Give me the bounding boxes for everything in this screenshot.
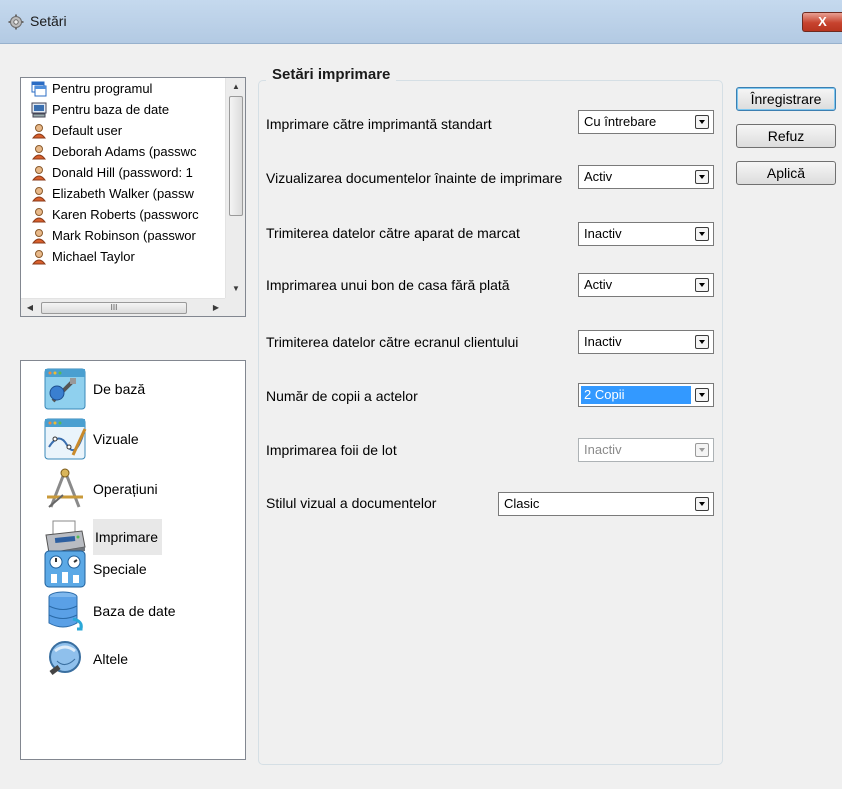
user-icon — [31, 165, 47, 180]
title-bar: Setări X — [0, 0, 842, 44]
list-item-user[interactable]: Michael Taylor — [21, 246, 225, 267]
scroll-right-icon[interactable]: ▶ — [207, 299, 225, 317]
select-value: Inactiv — [584, 226, 622, 241]
horizontal-scroll-thumb[interactable]: III — [41, 302, 187, 314]
list-item-program[interactable]: Pentru programul — [21, 78, 225, 99]
category-list[interactable]: De bază Vizuale Operațiuni Imprimare Spe… — [20, 360, 246, 760]
database-icon — [48, 591, 83, 631]
select-value: Inactiv — [584, 334, 622, 349]
select-value: Activ — [584, 277, 613, 292]
list-item-label: Michael Taylor — [52, 249, 135, 264]
scroll-corner — [225, 298, 245, 316]
category-basic[interactable]: De bază — [43, 367, 145, 411]
list-item-user[interactable]: Mark Robinson (passwor — [21, 225, 225, 246]
window-title: Setări — [30, 13, 67, 29]
category-label: Vizuale — [93, 431, 139, 447]
select-value: Cu întrebare — [584, 114, 657, 129]
group-title: Setări imprimare — [266, 66, 397, 83]
list-item-label: Default user — [52, 123, 123, 138]
list-item-label: Elizabeth Walker (passw — [52, 186, 194, 201]
special-icon — [44, 550, 86, 588]
user-icon — [31, 123, 47, 138]
select-value: 2 Copii — [581, 386, 691, 404]
category-label: Speciale — [93, 561, 147, 577]
user-icon — [31, 228, 47, 243]
list-item-label: Pentru programul — [52, 81, 153, 96]
setting-label-standard-printer: Imprimare către imprimantă standart — [266, 116, 492, 132]
cash-register-select[interactable]: Inactiv — [578, 222, 714, 246]
apply-button[interactable]: Aplică — [736, 161, 836, 185]
list-item-user[interactable]: Deborah Adams (passwc — [21, 141, 225, 162]
chevron-down-icon[interactable] — [695, 335, 709, 349]
setting-label-lot-sheet: Imprimarea foii de lot — [266, 442, 397, 458]
user-list[interactable]: Pentru programul Pentru baza de date Def… — [20, 77, 246, 317]
list-item-database[interactable]: Pentru baza de date — [21, 99, 225, 120]
chevron-down-icon[interactable] — [695, 170, 709, 184]
horizontal-scrollbar[interactable]: ◀ III ▶ — [21, 298, 225, 316]
list-item-label: Donald Hill (password: 1 — [52, 165, 193, 180]
list-item-user[interactable]: Default user — [21, 120, 225, 141]
chevron-down-icon[interactable] — [695, 388, 709, 402]
category-database[interactable]: Baza de date — [43, 589, 176, 633]
setting-label-preview: Vizualizarea documentelor înainte de imp… — [266, 170, 563, 186]
lot-sheet-select: Inactiv — [578, 438, 714, 462]
setting-label-cash-register: Trimiterea datelor către aparat de marca… — [266, 225, 520, 241]
list-item-label: Deborah Adams (passwc — [52, 144, 197, 159]
visual-style-select[interactable]: Clasic — [498, 492, 714, 516]
copies-select[interactable]: 2 Copii — [578, 383, 714, 407]
scroll-left-icon[interactable]: ◀ — [21, 299, 39, 317]
visual-icon — [44, 418, 87, 460]
category-special[interactable]: Speciale — [43, 547, 147, 591]
scroll-down-icon[interactable]: ▼ — [226, 280, 246, 298]
basic-settings-icon — [44, 368, 86, 410]
list-item-user[interactable]: Donald Hill (password: 1 — [21, 162, 225, 183]
user-list-rows: Pentru programul Pentru baza de date Def… — [21, 78, 225, 298]
setting-label-free-receipt: Imprimarea unui bon de casa fără plată — [266, 277, 510, 293]
select-value: Clasic — [504, 496, 540, 511]
save-button[interactable]: Înregistrare — [736, 87, 836, 111]
list-item-user[interactable]: Elizabeth Walker (passw — [21, 183, 225, 204]
cancel-button[interactable]: Refuz — [736, 124, 836, 148]
vertical-scrollbar[interactable]: ▲ ▼ — [225, 78, 245, 298]
chevron-down-icon — [695, 443, 709, 457]
other-icon — [49, 641, 81, 675]
close-icon: X — [818, 14, 827, 29]
setting-label-client-display: Trimiterea datelor către ecranul clientu… — [266, 334, 519, 350]
select-value: Inactiv — [584, 442, 622, 457]
list-item-label: Pentru baza de date — [52, 102, 170, 117]
category-label: Baza de date — [93, 603, 176, 619]
category-operations[interactable]: Operațiuni — [43, 467, 158, 511]
standard-printer-select[interactable]: Cu întrebare — [578, 110, 714, 134]
category-other[interactable]: Altele — [43, 637, 128, 681]
vertical-scroll-thumb[interactable] — [229, 96, 243, 216]
category-label: Altele — [93, 651, 129, 667]
user-icon — [31, 186, 47, 201]
computer-icon — [31, 102, 47, 117]
user-icon — [31, 207, 47, 222]
list-item-label: Mark Robinson (passwor — [52, 228, 196, 243]
scroll-up-icon[interactable]: ▲ — [226, 78, 246, 96]
program-icon — [31, 81, 47, 96]
client-display-select[interactable]: Inactiv — [578, 330, 714, 354]
select-value: Activ — [584, 169, 613, 184]
operations-icon — [47, 468, 83, 508]
category-label: De bază — [93, 381, 146, 397]
chevron-down-icon[interactable] — [695, 497, 709, 511]
user-icon — [31, 249, 47, 264]
chevron-down-icon[interactable] — [695, 278, 709, 292]
chevron-down-icon[interactable] — [695, 227, 709, 241]
chevron-down-icon[interactable] — [695, 115, 709, 129]
category-label: Operațiuni — [93, 481, 158, 497]
preview-select[interactable]: Activ — [578, 165, 714, 189]
category-visual[interactable]: Vizuale — [43, 417, 139, 461]
gear-icon — [8, 14, 24, 30]
list-item-user[interactable]: Karen Roberts (passworc — [21, 204, 225, 225]
setting-label-copies: Număr de copii a actelor — [266, 388, 418, 404]
free-receipt-select[interactable]: Activ — [578, 273, 714, 297]
list-item-label: Karen Roberts (passworc — [52, 207, 199, 222]
user-icon — [31, 144, 47, 159]
close-button[interactable]: X — [802, 12, 842, 32]
